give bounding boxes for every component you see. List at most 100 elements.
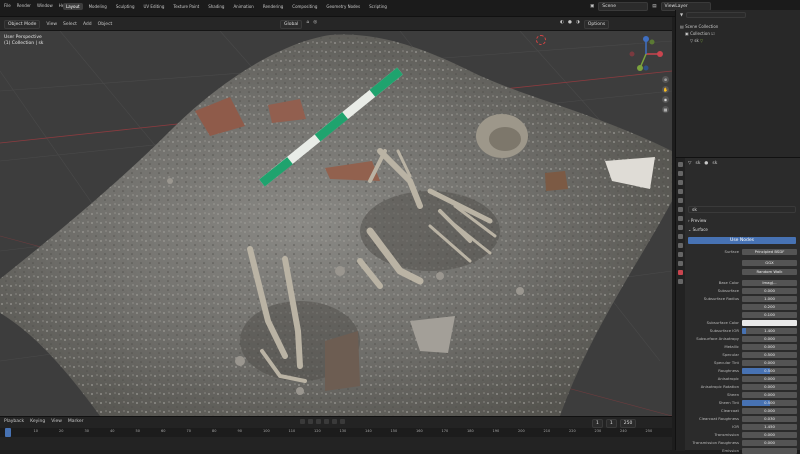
end-frame[interactable]: 250: [619, 419, 637, 428]
use-nodes-button[interactable]: Use Nodes: [688, 237, 796, 244]
menu-view-timeline[interactable]: View: [51, 419, 62, 424]
filter-icon[interactable]: ▼: [680, 12, 683, 18]
property-value-field[interactable]: [742, 319, 797, 326]
tab-geometry-nodes[interactable]: Geometry Nodes: [323, 3, 363, 10]
props-tab-tool-icon[interactable]: [678, 162, 683, 167]
outliner-collection[interactable]: ▣ Collection ☑: [685, 31, 715, 36]
props-tab-data-icon[interactable]: [678, 261, 683, 266]
shading-solid-icon[interactable]: ●: [568, 20, 572, 29]
props-tab-scene-icon[interactable]: [678, 198, 683, 203]
tab-sculpting[interactable]: Sculpting: [113, 3, 138, 10]
tab-modeling[interactable]: Modeling: [86, 3, 110, 10]
navigation-gizmo[interactable]: [626, 34, 666, 74]
overlay-icon[interactable]: ◐: [560, 20, 564, 29]
props-tab-physics-icon[interactable]: [678, 243, 683, 248]
material-slot-field[interactable]: sk: [688, 206, 796, 213]
tab-layout[interactable]: Layout: [63, 3, 83, 10]
zoom-icon[interactable]: ⊕: [662, 76, 669, 83]
play-icon[interactable]: [324, 419, 329, 424]
property-value-field[interactable]: 0.100: [742, 311, 797, 318]
property-value-field[interactable]: ImagJ...: [742, 279, 797, 286]
props-tab-output-icon[interactable]: [678, 180, 683, 185]
menu-file[interactable]: File: [4, 3, 11, 8]
property-label: Transmission Roughness: [692, 440, 739, 445]
property-value-field[interactable]: 0.000: [742, 287, 797, 294]
props-tab-texture-icon[interactable]: [678, 279, 683, 284]
property-value-field[interactable]: 0.500: [742, 367, 797, 374]
checkbox-icon[interactable]: ☑: [711, 31, 715, 36]
snap-icon[interactable]: ⌂: [306, 20, 309, 29]
property-value-field[interactable]: 1.000: [742, 295, 797, 302]
subsurface-method-field[interactable]: Random Walk: [742, 268, 797, 275]
camera-icon[interactable]: ◉: [662, 96, 669, 103]
menu-window[interactable]: Window: [37, 3, 53, 8]
property-value-field[interactable]: 0.000: [742, 375, 797, 382]
section-surface[interactable]: ⌄ Surface: [688, 227, 708, 232]
material-name-field[interactable]: sk: [688, 206, 796, 213]
props-tab-modifiers-icon[interactable]: [678, 225, 683, 230]
property-value-field[interactable]: 0.000: [742, 359, 797, 366]
property-value-field[interactable]: 0.200: [742, 303, 797, 310]
props-tab-particles-icon[interactable]: [678, 234, 683, 239]
tab-scripting[interactable]: Scripting: [366, 3, 390, 10]
menu-view[interactable]: View: [46, 22, 57, 27]
props-tab-material-icon[interactable]: [678, 270, 683, 275]
property-value-field[interactable]: 0.000: [742, 391, 797, 398]
property-value-field[interactable]: 0.500: [742, 351, 797, 358]
3d-cursor[interactable]: [536, 35, 546, 45]
menu-render[interactable]: Render: [17, 3, 31, 8]
props-tab-render-icon[interactable]: [678, 171, 683, 176]
scene-field[interactable]: Scene: [598, 2, 649, 11]
prev-key-icon[interactable]: [308, 419, 313, 424]
jump-end-icon[interactable]: [340, 419, 345, 424]
property-value-field[interactable]: [742, 447, 797, 454]
ortho-icon[interactable]: ▦: [662, 106, 669, 113]
distribution-field[interactable]: GGX: [742, 259, 797, 266]
menu-object[interactable]: Object: [98, 22, 113, 27]
pan-icon[interactable]: ✋: [662, 86, 669, 93]
tab-uv-editing[interactable]: UV Editing: [141, 3, 168, 10]
section-preview[interactable]: › Preview: [688, 218, 706, 223]
property-value-field[interactable]: 0.000: [742, 343, 797, 350]
property-value-field[interactable]: 0.000: [742, 431, 797, 438]
tab-shading[interactable]: Shading: [205, 3, 227, 10]
jump-start-icon[interactable]: [300, 419, 305, 424]
menu-select[interactable]: Select: [63, 22, 77, 27]
menu-keying[interactable]: Keying: [30, 419, 45, 424]
property-value-field[interactable]: 1.400: [742, 327, 797, 334]
outliner-scene-collection[interactable]: ▤ Scene Collection: [680, 24, 718, 29]
outliner-search[interactable]: [686, 12, 747, 18]
tab-compositing[interactable]: Compositing: [289, 3, 320, 10]
property-value-field[interactable]: 0.500: [742, 399, 797, 406]
transform-orientation[interactable]: Global: [280, 20, 303, 29]
property-value-field[interactable]: 0.000: [742, 335, 797, 342]
tab-rendering[interactable]: Rendering: [260, 3, 286, 10]
property-value-field[interactable]: 1.450: [742, 423, 797, 430]
outliner-object[interactable]: ▽ sk ▽: [690, 38, 703, 43]
3d-viewport[interactable]: [0, 31, 672, 416]
menu-add[interactable]: Add: [83, 22, 92, 27]
playhead[interactable]: [5, 428, 11, 437]
mode-selector[interactable]: Object Mode: [4, 20, 41, 29]
tab-animation[interactable]: Animation: [230, 3, 256, 10]
props-tab-view-layer-icon[interactable]: [678, 189, 683, 194]
current-frame[interactable]: 1: [592, 419, 603, 428]
surface-shader-field[interactable]: Principled BSDF: [742, 248, 797, 255]
props-tab-constraints-icon[interactable]: [678, 252, 683, 257]
shading-material-icon[interactable]: ◑: [576, 20, 580, 29]
menu-playback[interactable]: Playback: [4, 419, 24, 424]
props-tab-world-icon[interactable]: [678, 207, 683, 212]
props-tab-object-icon[interactable]: [678, 216, 683, 221]
proportional-icon[interactable]: ◎: [313, 20, 317, 29]
menu-marker[interactable]: Marker: [68, 419, 84, 424]
property-value-field[interactable]: 0.000: [742, 439, 797, 446]
options-button[interactable]: Options: [583, 20, 610, 29]
tab-texture-paint[interactable]: Texture Paint: [170, 3, 202, 10]
property-value-field[interactable]: 0.000: [742, 407, 797, 414]
start-frame[interactable]: 1: [605, 419, 617, 428]
next-key-icon[interactable]: [332, 419, 337, 424]
property-value-field[interactable]: 0.030: [742, 415, 797, 422]
frame-ruler[interactable]: 0102030405060708090100110120130140150160…: [0, 428, 672, 437]
play-reverse-icon[interactable]: [316, 419, 321, 424]
property-value-field[interactable]: 0.000: [742, 383, 797, 390]
